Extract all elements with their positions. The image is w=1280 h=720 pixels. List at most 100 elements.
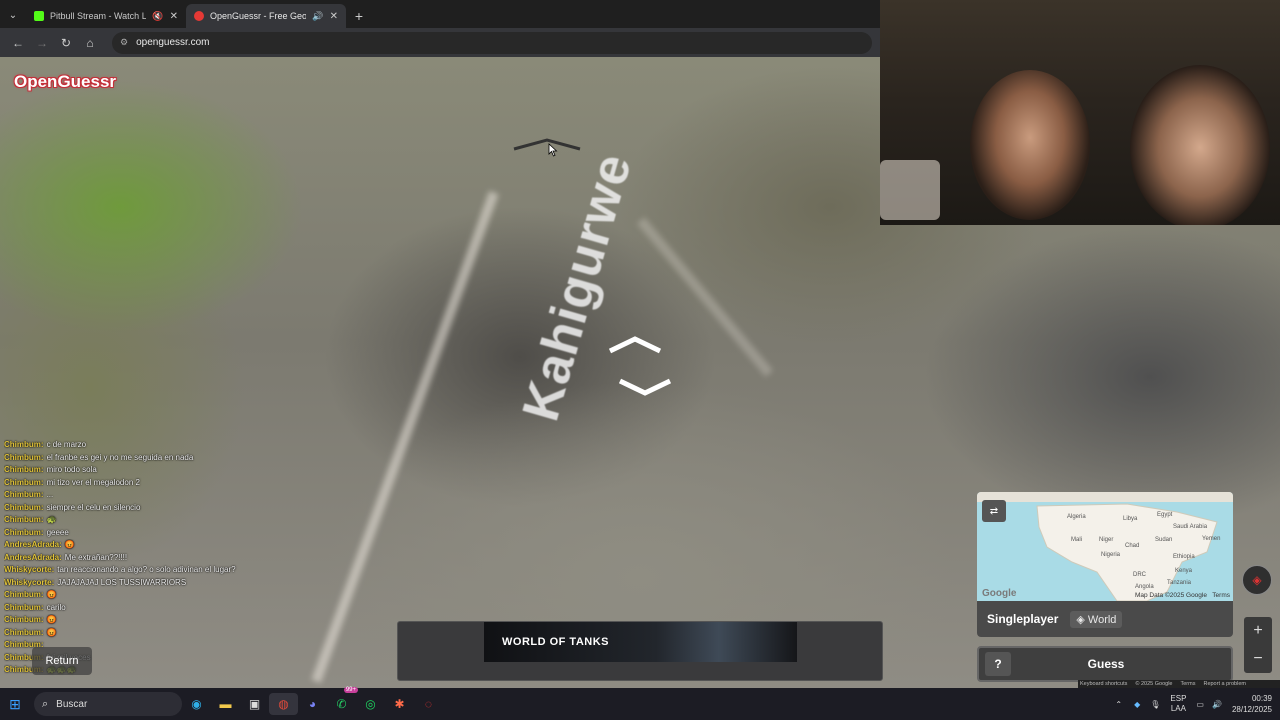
display-icon[interactable]: ▭ xyxy=(1196,700,1204,709)
chat-text: 😡 xyxy=(64,540,75,549)
forward-arrow-icon[interactable]: → xyxy=(30,36,54,50)
chat-username[interactable]: Chimbum: xyxy=(4,465,44,474)
footer-link[interactable]: Terms xyxy=(1180,681,1195,687)
return-button[interactable]: Return xyxy=(32,647,92,675)
chrome-icon[interactable]: ◍ xyxy=(269,693,298,715)
close-tab-icon[interactable]: ✕ xyxy=(170,11,178,22)
chat-username[interactable]: Chimbum: xyxy=(4,603,44,612)
chat-text: siempre el celu en silencio xyxy=(46,502,141,512)
windows-start-icon[interactable]: ⊞ xyxy=(0,696,30,713)
zoom-in-button[interactable]: + xyxy=(1244,617,1272,645)
system-tray: ⌃ ◆ 🎙 ESP LAA ▭ 🔊 00:39 28/12/2025 xyxy=(1115,688,1272,720)
map-place-label: DRC xyxy=(1133,572,1146,578)
map-place-label: Yemen xyxy=(1202,536,1221,542)
notification-badge: 99+ xyxy=(343,687,358,693)
chat-message: Chimbum: mi tizo ver el megalodon 2 xyxy=(4,477,304,490)
chat-message: Chimbum: c de marzo xyxy=(4,439,304,452)
url-text: openguessr.com xyxy=(136,37,210,48)
chat-username[interactable]: Chimbum: xyxy=(4,503,44,512)
new-tab-button[interactable]: + xyxy=(346,4,372,28)
chat-message: Chimbum: 😡 xyxy=(4,614,304,627)
map-place-label: Sudan xyxy=(1155,537,1173,543)
ad-brand: WORLD OF TANKS xyxy=(502,636,610,648)
openguessr-logo: OpenGuessr xyxy=(14,72,117,91)
zoom-out-button[interactable]: − xyxy=(1244,645,1272,673)
compass-icon[interactable]: ◈ xyxy=(1242,565,1272,595)
close-tab-icon[interactable]: ✕ xyxy=(330,11,338,22)
browser-toolbar: ← → ↻ ⌂ ⚙ openguessr.com xyxy=(0,28,880,57)
site-info-icon[interactable]: ⚙ xyxy=(120,37,128,48)
taskbar-search[interactable]: ⌕ Buscar xyxy=(34,692,182,716)
tray-app-icon[interactable]: ◆ xyxy=(1134,700,1140,709)
chat-message: Chimbum: 🐢 xyxy=(4,514,304,527)
screen: ⌄ Pitbull Stream - Watch Live 🔇 ✕ OpenGu… xyxy=(0,0,1280,720)
chat-text: c de marzo xyxy=(46,440,87,449)
tab-openguessr[interactable]: OpenGuessr - Free GeoGue 🔊 ✕ xyxy=(186,4,346,28)
chat-username[interactable]: Chimbum: xyxy=(4,490,44,499)
home-icon[interactable]: ⌂ xyxy=(78,36,102,50)
chat-text: miro todo sola xyxy=(46,465,97,474)
map-place-label: Chad xyxy=(1125,543,1140,549)
chat-username[interactable]: Whiskycorte: xyxy=(4,565,54,574)
webcam-chair xyxy=(880,160,940,220)
guess-button[interactable]: Guess xyxy=(1011,657,1201,671)
map-place-label: Ethiopia xyxy=(1173,554,1195,560)
chat-username[interactable]: Chimbum: xyxy=(4,440,44,449)
road-marking xyxy=(311,190,499,684)
footer-link[interactable]: Keyboard shortcuts xyxy=(1080,681,1127,687)
move-forward-arrow-icon[interactable] xyxy=(606,335,664,355)
distant-arrow-icon[interactable] xyxy=(512,137,582,151)
map-place-label: Mali xyxy=(1071,537,1083,543)
chat-username[interactable]: Whiskycorte: xyxy=(4,578,54,587)
footer-link[interactable]: Report a problem xyxy=(1203,681,1246,687)
chat-message: Whiskycorte: JAJAJAJAJ LOS TUSSIWARRIORS xyxy=(4,577,304,590)
tab-search-icon[interactable]: ⌄ xyxy=(0,2,26,28)
chat-message: Chimbum: miro todo sola xyxy=(4,464,304,477)
whatsapp-icon[interactable]: ✆ 99+ xyxy=(327,687,358,715)
opera-gx-icon[interactable]: ◌ xyxy=(414,693,443,715)
guess-map[interactable]: ⇄ Algeria Libya Egypt Saudi Arabia Mali … xyxy=(977,492,1233,601)
file-explorer-icon[interactable]: ▬ xyxy=(211,693,240,715)
language-indicator[interactable]: ESP LAA xyxy=(1170,694,1186,714)
map-filter-icon[interactable]: ⇄ xyxy=(982,500,1006,522)
chat-username[interactable]: Chimbum: xyxy=(4,453,44,462)
help-button[interactable]: ? xyxy=(985,652,1011,676)
muted-audio-icon[interactable]: 🔇 xyxy=(152,11,163,22)
chat-message: Chimbum: 😡 xyxy=(4,589,304,602)
reload-icon[interactable]: ↻ xyxy=(54,36,78,50)
back-arrow-icon[interactable]: ← xyxy=(6,36,30,50)
app-icon[interactable]: ✱ xyxy=(385,693,414,715)
world-of-tanks-ad[interactable]: WORLD OF TANKS xyxy=(484,622,797,662)
region-selector[interactable]: ◈ World xyxy=(1070,610,1123,628)
africa-landmass xyxy=(977,492,1233,601)
address-bar[interactable]: ⚙ openguessr.com xyxy=(112,31,872,54)
microphone-icon[interactable]: 🎙 xyxy=(1150,700,1160,709)
move-back-arrow-icon[interactable] xyxy=(616,377,674,397)
tray-overflow-icon[interactable]: ⌃ xyxy=(1115,700,1122,709)
chat-username[interactable]: AndresAdrada: xyxy=(4,540,62,549)
tab-pitbull-stream[interactable]: Pitbull Stream - Watch Live 🔇 ✕ xyxy=(26,4,186,28)
map-place-label: Saudi Arabia xyxy=(1173,524,1208,530)
chat-username[interactable]: Chimbum: xyxy=(4,628,44,637)
chat-message: Chimbum: geeee xyxy=(4,527,304,540)
chat-text: tan reaccionando a algo? o solo adivinan… xyxy=(57,565,236,574)
chat-message: Whiskycorte: tan reaccionando a algo? o s… xyxy=(4,564,304,577)
map-place-label: Egypt xyxy=(1157,512,1173,518)
mouse-cursor-icon xyxy=(548,143,558,157)
chat-text: geeee xyxy=(46,527,69,537)
edge-icon[interactable]: ◉ xyxy=(182,693,211,715)
discord-icon[interactable]: ◕ xyxy=(298,693,327,715)
openguessr-favicon-icon xyxy=(194,11,204,21)
spotify-icon[interactable]: ◎ xyxy=(356,693,385,715)
chat-username[interactable]: Chimbum: xyxy=(4,515,44,524)
chat-username[interactable]: Chimbum: xyxy=(4,615,44,624)
chat-username[interactable]: Chimbum: xyxy=(4,528,44,537)
audio-playing-icon[interactable]: 🔊 xyxy=(312,11,323,22)
chat-username[interactable]: Chimbum: xyxy=(4,478,44,487)
clock[interactable]: 00:39 28/12/2025 xyxy=(1232,693,1272,715)
map-place-label: Niger xyxy=(1099,537,1114,543)
chat-username[interactable]: Chimbum: xyxy=(4,590,44,599)
chat-username[interactable]: AndresAdrada: xyxy=(4,553,62,562)
store-icon[interactable]: ▣ xyxy=(240,693,269,715)
volume-icon[interactable]: 🔊 xyxy=(1212,700,1222,709)
